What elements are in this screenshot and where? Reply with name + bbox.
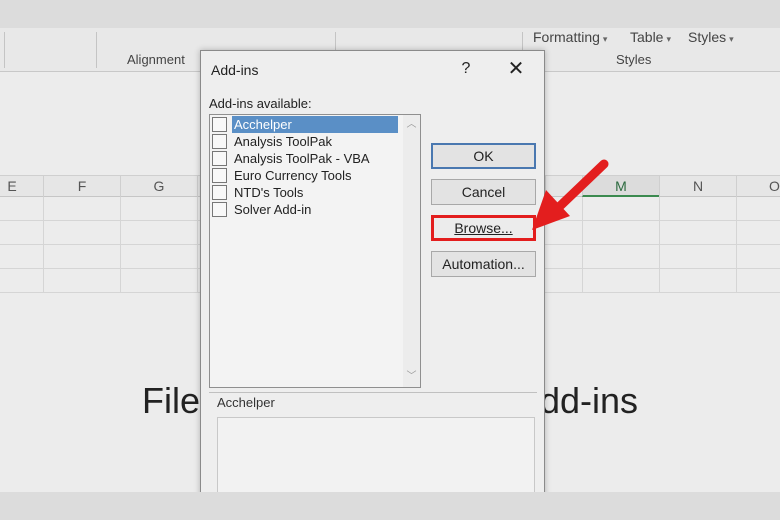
cancel-button[interactable]: Cancel xyxy=(431,179,536,205)
list-item-label: Analysis ToolPak xyxy=(234,134,333,149)
list-item-label: NTD's Tools xyxy=(234,185,304,200)
styles-group-label: Styles xyxy=(616,52,652,67)
checkbox[interactable] xyxy=(212,134,227,149)
ribbon-separator xyxy=(96,32,97,68)
column-header-f[interactable]: F xyxy=(43,176,120,197)
description-title: Acchelper xyxy=(215,395,277,410)
add-ins-dialog: Add-ins ? ✕ Add-ins available: Acchelper… xyxy=(200,50,545,492)
automation-button[interactable]: Automation... xyxy=(431,251,536,277)
list-item-analysis-toolpak-vba[interactable]: Analysis ToolPak - VBA xyxy=(212,150,402,167)
conditional-formatting-button[interactable]: Formatting ▾ xyxy=(533,29,607,45)
list-item-label: Solver Add-in xyxy=(234,202,312,217)
add-ins-available-label: Add-ins available: xyxy=(209,96,312,111)
column-header-o[interactable]: O xyxy=(736,176,780,197)
col-line xyxy=(43,197,44,293)
col-line xyxy=(736,197,737,293)
description-box xyxy=(217,417,535,492)
chevron-down-icon: ▾ xyxy=(602,34,608,44)
chevron-down-icon: ▾ xyxy=(729,34,734,44)
close-icon[interactable]: ✕ xyxy=(504,57,528,81)
red-arrow-icon xyxy=(532,159,609,230)
cell-styles-button[interactable]: Styles ▾ xyxy=(688,29,734,45)
table-label: Table xyxy=(630,29,664,45)
ribbon-separator xyxy=(4,32,5,68)
listbox-scrollbar[interactable]: ︿ ﹀ xyxy=(403,115,420,387)
alignment-group-label: Alignment xyxy=(127,52,185,67)
list-item-ntds-tools[interactable]: NTD's Tools xyxy=(212,184,402,201)
browse-button[interactable]: Browse... xyxy=(431,215,536,241)
column-header-e[interactable]: E xyxy=(0,176,43,197)
chevron-up-icon[interactable]: ︿ xyxy=(405,118,418,131)
help-icon[interactable]: ? xyxy=(455,57,477,81)
styles-label: Styles xyxy=(688,29,727,45)
browse-label: Browse... xyxy=(454,220,513,236)
checkbox[interactable] xyxy=(212,168,227,183)
list-item-solver-add-in[interactable]: Solver Add-in xyxy=(212,201,402,218)
list-item-label: Analysis ToolPak - VBA xyxy=(234,151,370,166)
description-group: Acchelper xyxy=(209,392,537,492)
bottom-letterbox xyxy=(0,492,780,520)
col-line xyxy=(659,197,660,293)
list-item-euro-currency-tools[interactable]: Euro Currency Tools xyxy=(212,167,402,184)
chevron-down-icon[interactable]: ﹀ xyxy=(405,370,418,383)
dialog-title: Add-ins xyxy=(211,62,259,78)
formatting-label: Formatting xyxy=(533,29,600,45)
list-item-label: Euro Currency Tools xyxy=(234,168,352,183)
ok-button[interactable]: OK xyxy=(431,143,536,169)
excel-window: Alignment Formatting ▾ Table ▾ Styles ▾ Sty… xyxy=(0,28,780,492)
checkbox[interactable] xyxy=(212,202,227,217)
list-item-acchelper[interactable]: Acchelper xyxy=(212,116,402,133)
top-letterbox xyxy=(0,0,780,28)
column-header-g[interactable]: G xyxy=(120,176,197,197)
caption-text-right: dd-ins xyxy=(540,380,639,421)
add-ins-listbox[interactable]: Acchelper Analysis ToolPak Analysis Tool… xyxy=(209,114,421,388)
checkbox[interactable] xyxy=(212,151,227,166)
col-line xyxy=(197,197,198,293)
list-item-label: Acchelper xyxy=(232,116,398,133)
list-item-analysis-toolpak[interactable]: Analysis ToolPak xyxy=(212,133,402,150)
caption-text-left: File xyxy=(142,380,201,421)
checkbox[interactable] xyxy=(212,117,227,132)
format-as-table-button[interactable]: Table ▾ xyxy=(630,29,671,45)
column-header-n[interactable]: N xyxy=(659,176,736,197)
chevron-down-icon: ▾ xyxy=(666,34,671,44)
checkbox[interactable] xyxy=(212,185,227,200)
col-line xyxy=(120,197,121,293)
